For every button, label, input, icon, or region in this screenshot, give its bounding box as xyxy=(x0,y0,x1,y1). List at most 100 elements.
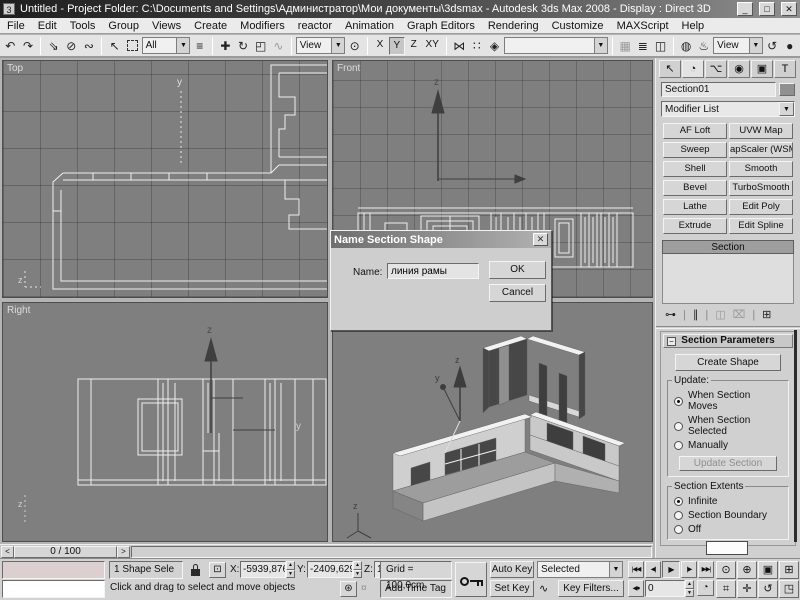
remove-modifier-icon[interactable]: ⌧ xyxy=(733,308,746,321)
set-key-button[interactable]: Set Key xyxy=(490,580,534,597)
modifier-button-turbosmooth[interactable]: TurboSmooth xyxy=(729,180,793,196)
notification-icon[interactable]: ¤ xyxy=(361,583,367,594)
modifier-stack-list[interactable] xyxy=(662,254,794,304)
object-color-swatch[interactable] xyxy=(779,83,795,96)
undo-icon[interactable]: ↶ xyxy=(2,36,19,55)
close-icon[interactable]: ✕ xyxy=(781,2,797,16)
select-and-link-icon[interactable]: ⇘ xyxy=(45,36,62,55)
modifier-button-mapscaler[interactable]: apScaler (WSM xyxy=(729,142,793,158)
reference-coordinate-dropdown[interactable]: View ▼ xyxy=(296,37,346,54)
key-filters-button[interactable]: Key Filters... xyxy=(558,580,624,597)
menu-file[interactable]: File xyxy=(7,20,25,32)
current-frame-field[interactable]: 0 xyxy=(645,580,685,597)
display-tab-icon[interactable]: ▣ xyxy=(751,60,773,78)
go-to-start-icon[interactable]: |◀◀ xyxy=(628,561,644,578)
key-mode-toggle-icon[interactable]: ◀● xyxy=(628,580,644,597)
viewport-perspective[interactable]: z y z xyxy=(332,302,653,542)
chevron-down-icon[interactable]: ▼ xyxy=(331,38,344,53)
maxscript-listener-input[interactable] xyxy=(2,580,105,598)
viewport-front-label[interactable]: Front xyxy=(337,63,360,74)
maximize-viewport-icon[interactable]: ◳ xyxy=(779,580,799,598)
zoom-icon[interactable]: ⊙ xyxy=(716,561,736,579)
maxscript-listener-output[interactable] xyxy=(2,561,105,579)
radio-icon[interactable] xyxy=(674,422,683,431)
viewport-right[interactable]: Right z y z xyxy=(2,302,328,542)
collapse-icon[interactable]: − xyxy=(667,337,676,346)
modifier-button-lathe[interactable]: Lathe xyxy=(663,199,727,215)
radio-infinite[interactable]: Infinite xyxy=(674,496,782,507)
motion-tab-icon[interactable]: ◉ xyxy=(728,60,750,78)
menu-customize[interactable]: Customize xyxy=(552,20,604,32)
axis-xy-button[interactable]: XY xyxy=(423,37,442,55)
axis-x-button[interactable]: X xyxy=(372,37,388,55)
selection-lock-icon[interactable] xyxy=(187,563,204,579)
time-slider-handle[interactable]: 0 / 100 xyxy=(14,546,117,558)
crossing-selection-toggle-icon[interactable]: ⊛ xyxy=(340,581,357,597)
mirror-icon[interactable]: ⋈ xyxy=(451,36,468,55)
default-tangent-icon[interactable]: ∿ xyxy=(539,582,548,595)
menu-edit[interactable]: Edit xyxy=(38,20,57,32)
select-object-icon[interactable]: ↖ xyxy=(106,36,123,55)
arc-rotate-icon[interactable]: ↺ xyxy=(758,580,778,598)
chevron-down-icon[interactable]: ▼ xyxy=(779,102,794,116)
radio-when-section-moves[interactable]: When Section Moves xyxy=(674,390,782,412)
menu-reactor[interactable]: reactor xyxy=(298,20,332,32)
radio-icon[interactable] xyxy=(674,397,683,406)
menu-rendering[interactable]: Rendering xyxy=(488,20,539,32)
menu-animation[interactable]: Animation xyxy=(345,20,394,32)
snaps-toggle-icon[interactable]: ∷ xyxy=(469,36,486,55)
select-and-move-icon[interactable]: ✚ xyxy=(217,36,234,55)
configure-modifier-sets-icon[interactable]: ⊞ xyxy=(762,308,771,321)
panel-scrollbar[interactable] xyxy=(794,330,797,542)
unlink-selection-icon[interactable]: ⊘ xyxy=(63,36,80,55)
render-setup-icon[interactable]: ♨ xyxy=(695,36,712,55)
y-spinner[interactable]: ▲▼ xyxy=(353,561,362,578)
toggle-set-key-mode-icon[interactable] xyxy=(455,562,487,597)
time-back-arrow[interactable]: < xyxy=(1,546,14,558)
pan-icon[interactable]: ✛ xyxy=(737,580,757,598)
chevron-down-icon[interactable]: ▼ xyxy=(176,38,189,53)
time-configuration-icon[interactable]: ◔ xyxy=(697,580,714,596)
y-coordinate-field[interactable]: -2409,6296 xyxy=(307,561,353,578)
use-center-icon[interactable]: ⊙ xyxy=(346,36,363,55)
menu-create[interactable]: Create xyxy=(194,20,227,32)
frame-spinner[interactable]: ▲▼ xyxy=(685,580,694,597)
render-last-icon[interactable]: ● xyxy=(781,36,798,55)
selection-region-icon[interactable] xyxy=(124,36,141,55)
chevron-down-icon[interactable]: ▼ xyxy=(609,562,622,577)
play-icon[interactable]: ▶ xyxy=(662,561,680,578)
menu-help[interactable]: Help xyxy=(682,20,705,32)
rollout-header[interactable]: − Section Parameters xyxy=(663,334,793,348)
zoom-extents-icon[interactable]: ▣ xyxy=(758,561,778,579)
restore-icon[interactable]: □ xyxy=(759,2,775,16)
menu-maxscript[interactable]: MAXScript xyxy=(617,20,669,32)
create-tab-icon[interactable]: ↖ xyxy=(659,60,681,78)
absolute-mode-toggle-icon[interactable]: ⊡ xyxy=(209,562,226,578)
time-forward-arrow[interactable]: > xyxy=(117,546,130,558)
menu-tools[interactable]: Tools xyxy=(70,20,96,32)
modify-tab-icon[interactable]: ◔ xyxy=(682,60,704,78)
modifier-button-shell[interactable]: Shell xyxy=(663,161,727,177)
radio-icon[interactable] xyxy=(674,525,683,534)
dialog-title-bar[interactable]: Name Section Shape ✕ xyxy=(331,231,551,248)
bind-to-space-warp-icon[interactable]: ∾ xyxy=(81,36,98,55)
dialog-close-icon[interactable]: ✕ xyxy=(533,233,548,246)
shape-name-input[interactable] xyxy=(387,263,479,279)
modifier-button-bevel[interactable]: Bevel xyxy=(663,180,727,196)
object-name-field[interactable]: Section01 xyxy=(661,82,776,97)
radio-icon[interactable] xyxy=(674,511,683,520)
radio-off[interactable]: Off xyxy=(674,524,782,535)
modifier-button-edit-poly[interactable]: Edit Poly xyxy=(729,199,793,215)
modifier-button-edit-spline[interactable]: Edit Spline xyxy=(729,218,793,234)
go-to-end-icon[interactable]: ▶▶| xyxy=(698,561,714,578)
key-filter-dropdown[interactable]: Selected ▼ xyxy=(537,561,623,578)
select-and-manipulate-icon[interactable]: ∿ xyxy=(270,36,287,55)
create-shape-button[interactable]: Create Shape xyxy=(675,354,781,371)
zoom-region-icon[interactable]: ⌗ xyxy=(716,580,736,598)
menu-group[interactable]: Group xyxy=(108,20,139,32)
modifier-button-af-loft[interactable]: AF Loft xyxy=(663,123,727,139)
next-frame-icon[interactable]: |▶ xyxy=(681,561,697,578)
schematic-view-icon[interactable]: ◫ xyxy=(652,36,669,55)
modifier-button-sweep[interactable]: Sweep xyxy=(663,142,727,158)
menu-graph-editors[interactable]: Graph Editors xyxy=(407,20,475,32)
